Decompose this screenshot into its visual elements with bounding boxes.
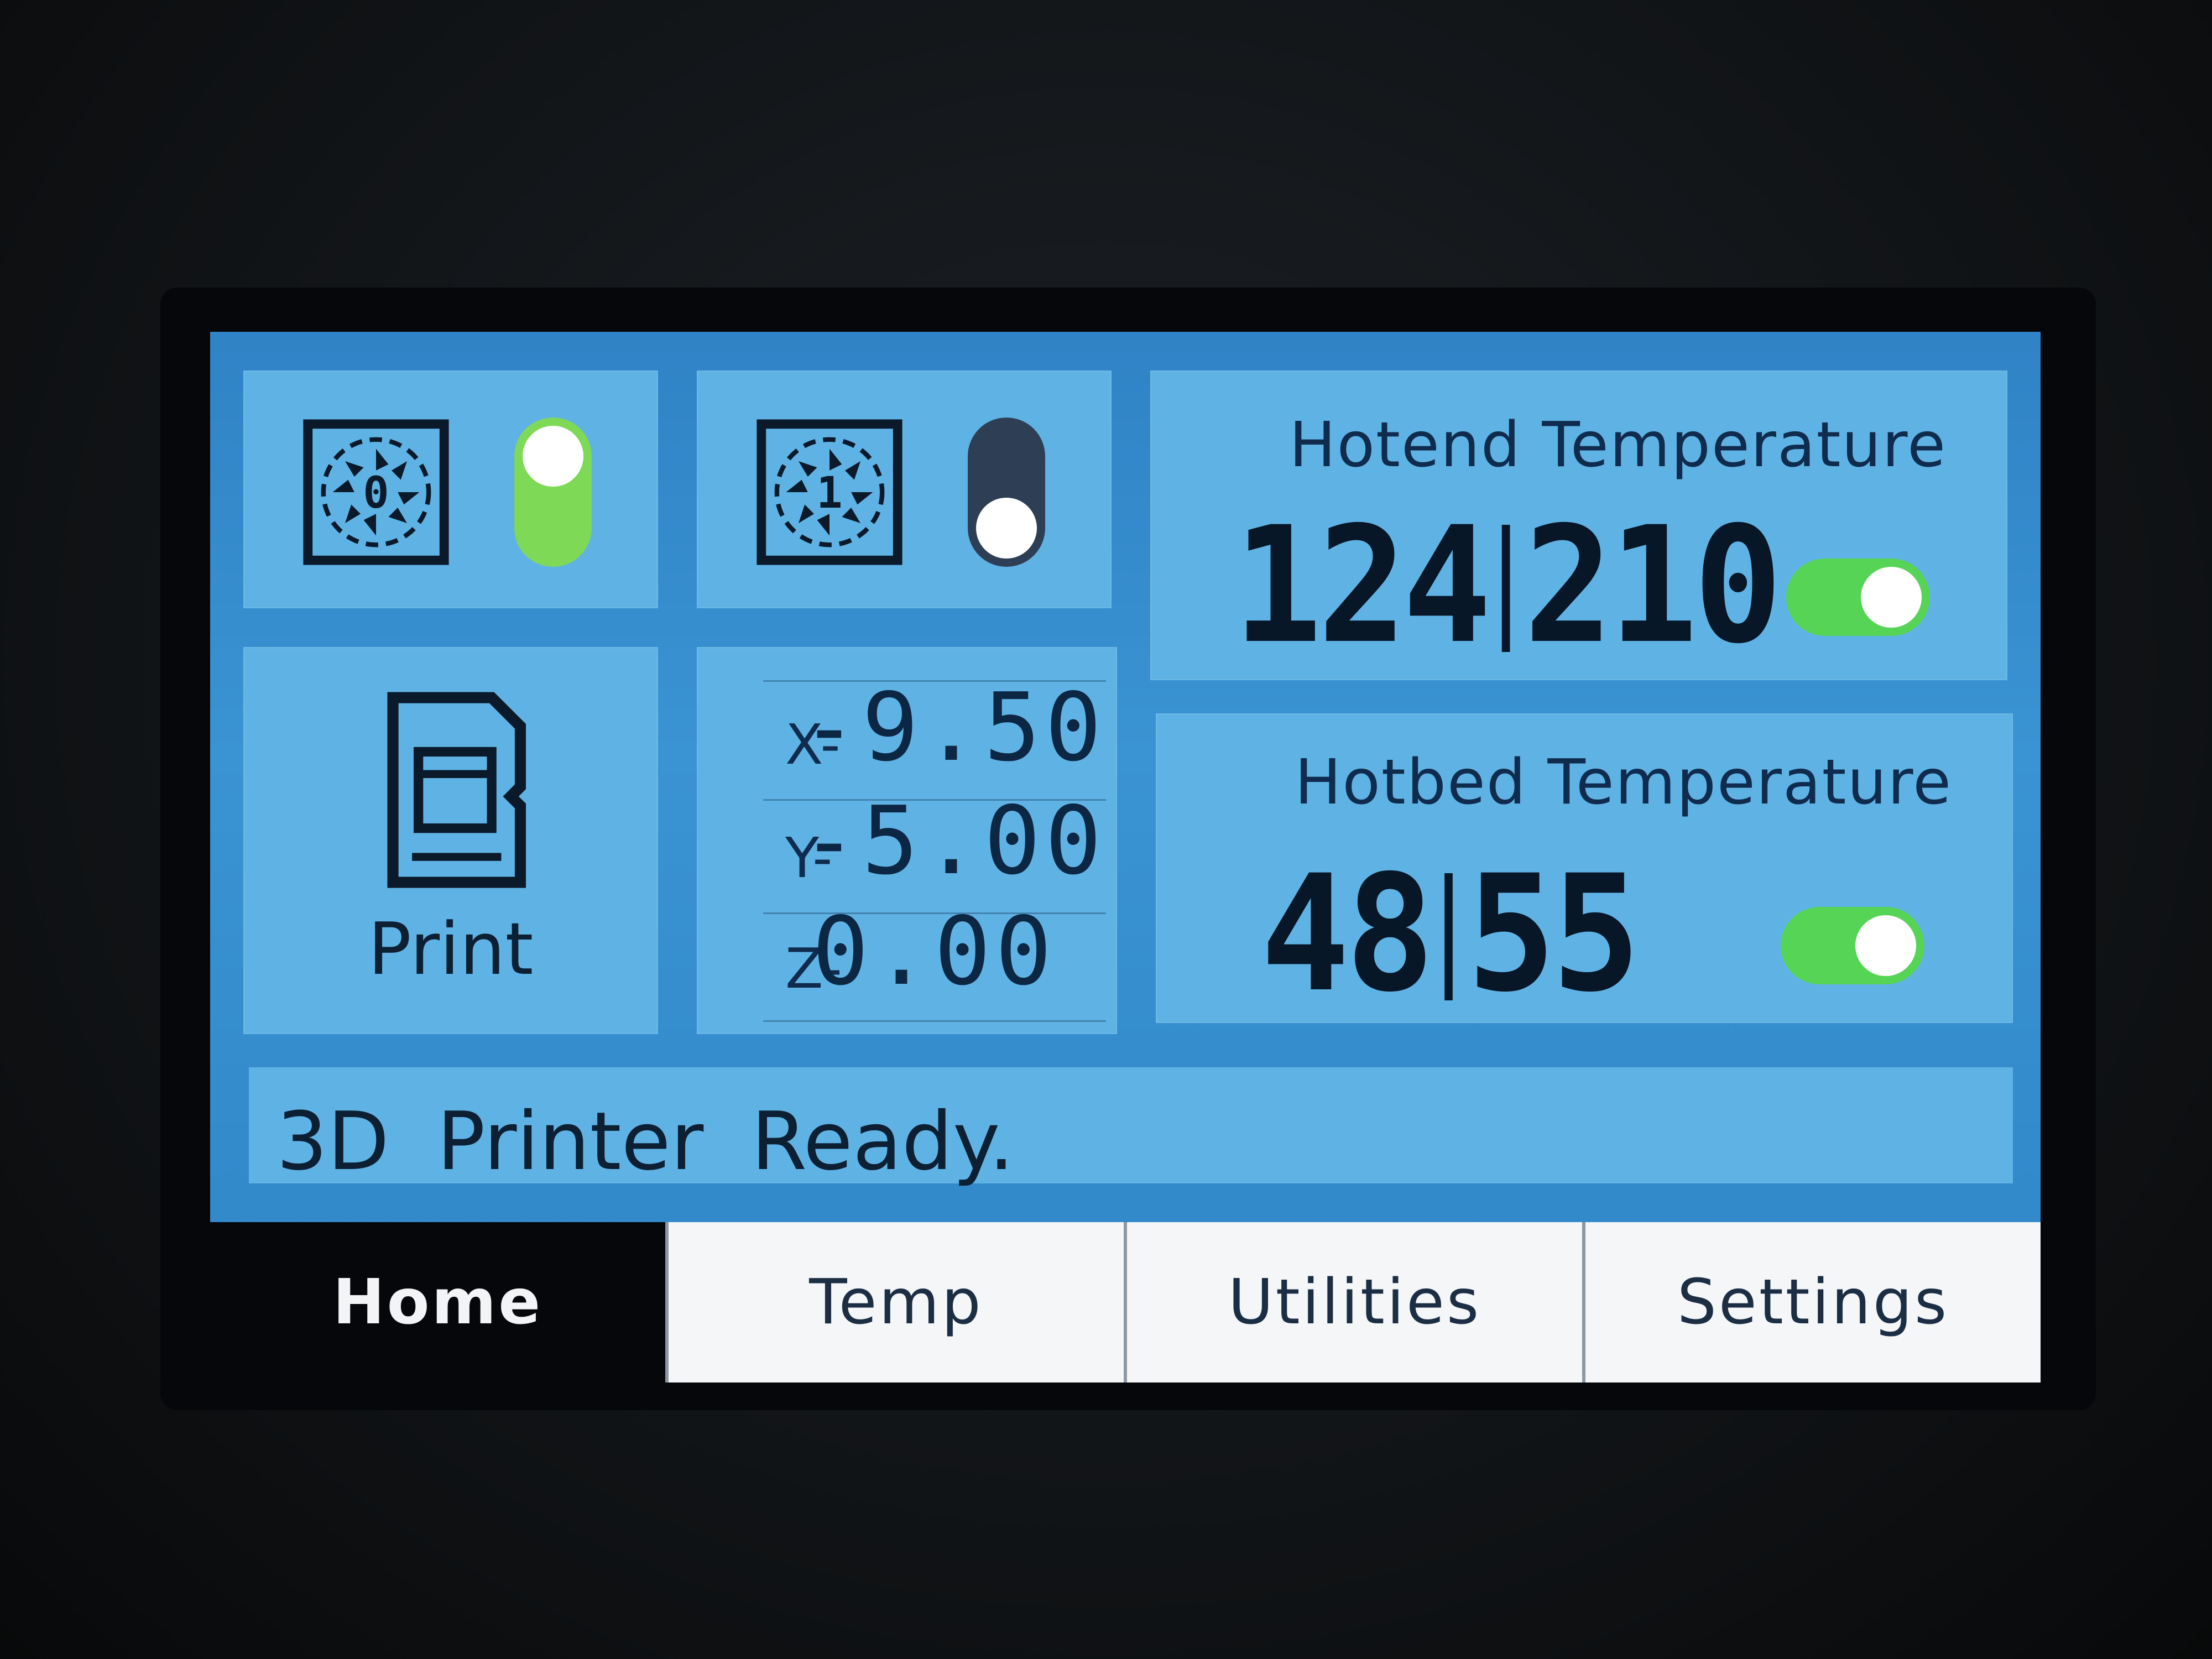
tab-temp[interactable]: Temp xyxy=(665,1222,1124,1383)
hotbed-tile[interactable]: Hotbed Temperature 48 55 xyxy=(1156,713,2013,1023)
position-tile: X- -9.50 Y- -5.00 Z- 0.00 xyxy=(697,647,1117,1034)
touch-screen: 0 1 Print X- -9.50 Y- -5.00 Z- 0.00 Hote… xyxy=(210,332,2041,1383)
hotend-title: Hotend Temperature xyxy=(1289,409,1947,481)
fan-1-tile[interactable]: 1 xyxy=(697,371,1112,608)
hotbed-title: Hotbed Temperature xyxy=(1295,747,1952,818)
fan-0-toggle[interactable] xyxy=(514,418,592,567)
hotend-toggle[interactable] xyxy=(1786,559,1930,636)
readout-separator xyxy=(1501,525,1510,652)
tab-bar: Home Temp Utilities Settings xyxy=(210,1222,2041,1383)
axis-y-value: -5.00 xyxy=(801,786,1106,896)
svg-text:1: 1 xyxy=(816,468,842,518)
fan-0-tile[interactable]: 0 xyxy=(243,371,658,608)
print-label: Print xyxy=(368,907,534,991)
tab-home[interactable]: Home xyxy=(210,1222,665,1383)
hotbed-current: 48 xyxy=(1261,841,1434,1027)
axis-divider xyxy=(763,1020,1106,1022)
axis-z-value: 0.00 xyxy=(812,897,1056,1006)
axis-z-row: Z- 0.00 xyxy=(697,897,1117,1023)
svg-text:0: 0 xyxy=(363,468,389,518)
fan-icon: 1 xyxy=(757,419,902,565)
hotend-tile[interactable]: Hotend Temperature 124 210 xyxy=(1150,371,2007,680)
readout-separator xyxy=(1444,873,1453,1000)
status-bar: 3D Printer Ready. xyxy=(249,1067,2013,1188)
print-tile[interactable]: Print xyxy=(243,647,658,1034)
status-text: 3D Printer Ready. xyxy=(276,1095,1015,1188)
hotbed-toggle[interactable] xyxy=(1781,907,1924,984)
toggle-knob xyxy=(1861,567,1922,628)
fan-1-toggle[interactable] xyxy=(968,418,1045,567)
tab-utilities[interactable]: Utilities xyxy=(1124,1222,1582,1383)
hotend-target: 210 xyxy=(1524,493,1782,679)
toggle-knob xyxy=(523,426,583,487)
axis-x-row: X- -9.50 xyxy=(697,673,1117,799)
toggle-knob xyxy=(1855,915,1916,976)
hotend-current: 124 xyxy=(1233,493,1491,679)
tab-settings[interactable]: Settings xyxy=(1582,1222,2041,1383)
axis-y-row: Y- -5.00 xyxy=(697,786,1117,912)
hotbed-readout: 48 55 xyxy=(1261,854,1641,1015)
toggle-knob xyxy=(976,498,1037,559)
axis-x-value: -9.50 xyxy=(801,673,1106,782)
fan-icon: 0 xyxy=(303,419,449,565)
hotbed-target: 55 xyxy=(1467,841,1641,1027)
hotend-readout: 124 210 xyxy=(1233,506,1782,666)
sd-card-icon xyxy=(387,692,526,888)
